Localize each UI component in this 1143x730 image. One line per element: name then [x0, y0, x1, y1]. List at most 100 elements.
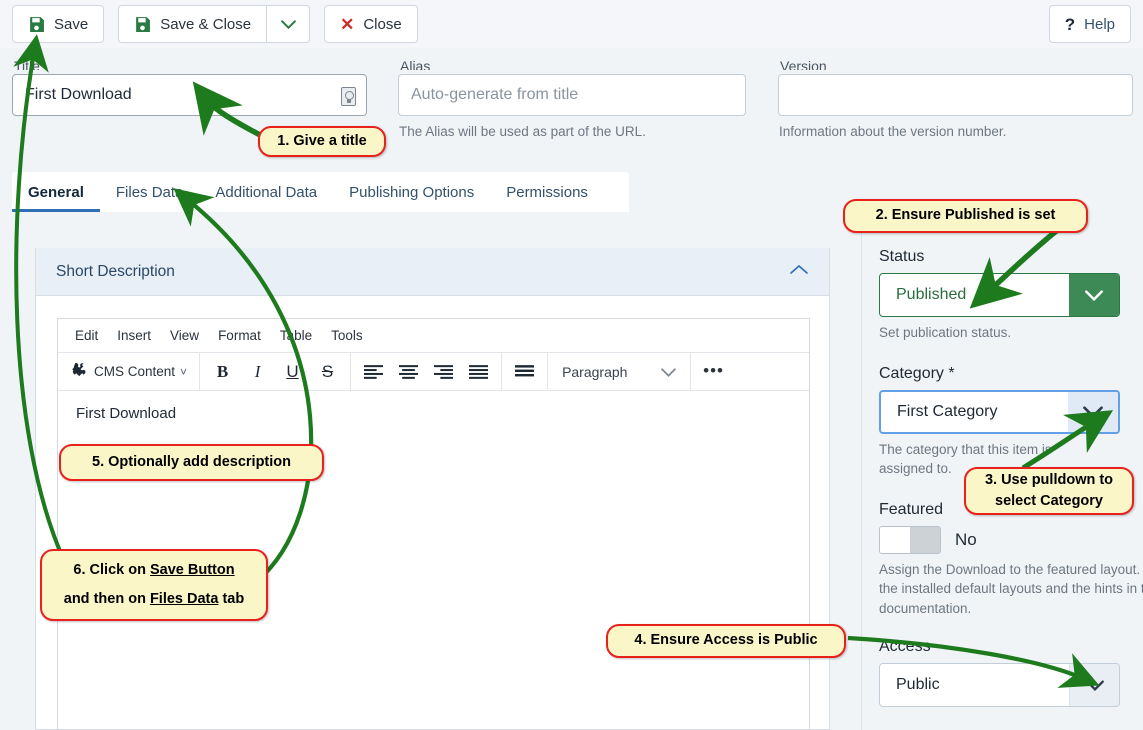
category-field-group: Category * First Category The category t…: [879, 365, 1143, 479]
callout-5: 5. Optionally add description: [59, 444, 324, 481]
category-select[interactable]: First Category: [879, 389, 1120, 434]
save-and-close-label: Save & Close: [160, 15, 252, 33]
help-button[interactable]: ? Help: [1048, 5, 1131, 43]
menu-edit[interactable]: Edit: [68, 324, 105, 347]
alias-input-placeholder: Auto-generate from title: [411, 86, 579, 103]
close-button-label: Close: [363, 15, 402, 33]
question-mark-icon: ?: [1064, 14, 1076, 34]
callout-6-line1-pre: 6. Click on: [73, 562, 150, 578]
x-icon: ✕: [340, 14, 355, 34]
list-group: [502, 352, 549, 391]
access-field-group: Access Public: [879, 638, 1143, 708]
access-label: Access: [879, 638, 931, 656]
alignment-group: [351, 352, 503, 391]
chevron-down-icon[interactable]: [1069, 274, 1119, 316]
italic-button[interactable]: I: [241, 357, 274, 387]
title-input-value: First Download: [25, 86, 132, 103]
menu-format[interactable]: Format: [211, 324, 268, 347]
tab-general[interactable]: General: [12, 175, 100, 212]
chevron-up-icon[interactable]: [789, 263, 809, 280]
paragraph-format-select[interactable]: Paragraph: [554, 364, 684, 380]
editor-menubar: Edit Insert View Format Table Tools: [58, 319, 809, 353]
align-left-icon[interactable]: [357, 357, 390, 387]
underline-button[interactable]: U: [276, 357, 309, 387]
title-label: Title: [14, 58, 40, 70]
save-button[interactable]: Save: [12, 5, 105, 43]
tinymce-editor: Edit Insert View Format Table Tools CMS …: [57, 318, 810, 730]
overflow-group: •••: [691, 353, 736, 391]
bold-button[interactable]: B: [206, 357, 239, 387]
text-style-group: B I U S: [200, 352, 352, 391]
chevron-down-icon[interactable]: [1069, 664, 1119, 707]
status-select-value: Published: [896, 286, 967, 303]
version-label: Version: [780, 58, 827, 70]
callout-6-files-data-ref: Files Data: [149, 591, 219, 608]
callout-6-line-2: and then on Files Data tab: [54, 589, 254, 610]
callout-3: 3. Use pulldown to select Category: [964, 467, 1134, 515]
callout-6-line2-pre: and then on: [63, 591, 150, 608]
main-toolbar: Save Save & Close ✕ Close ? Help: [0, 0, 1143, 48]
featured-toggle-on-half[interactable]: [880, 526, 910, 553]
access-select[interactable]: Public: [879, 663, 1120, 708]
cms-content-button[interactable]: CMS Content ˅: [64, 361, 193, 383]
status-hint: Set publication status.: [879, 325, 1012, 340]
callout-2: 2. Ensure Published is set: [843, 199, 1088, 233]
save-and-close-button[interactable]: Save & Close: [118, 5, 267, 43]
save-dropdown-toggle[interactable]: [266, 5, 311, 43]
featured-toggle-off-half[interactable]: [910, 526, 940, 553]
menu-insert[interactable]: Insert: [110, 324, 158, 347]
save-close-group: Save & Close: [118, 5, 311, 43]
cms-content-label: CMS Content: [94, 364, 176, 379]
tab-publishing-options[interactable]: Publishing Options: [333, 175, 490, 212]
alias-input[interactable]: Auto-generate from title: [398, 74, 746, 116]
close-button[interactable]: ✕ Close: [324, 5, 418, 43]
align-center-icon[interactable]: [392, 357, 425, 387]
ellipsis-icon[interactable]: •••: [697, 357, 730, 387]
tab-files-data[interactable]: Files Data: [100, 175, 200, 212]
access-select-value: Public: [896, 676, 940, 694]
menu-tools[interactable]: Tools: [324, 324, 370, 347]
featured-hint: Assign the Download to the featured layo…: [879, 561, 1143, 616]
callout-1: 1. Give a title: [258, 126, 386, 157]
sidebar-divider: [861, 228, 862, 730]
editor-content-area[interactable]: First Download: [58, 391, 809, 436]
bullet-list-icon[interactable]: [508, 357, 541, 387]
menu-view[interactable]: View: [163, 324, 206, 347]
short-description-title: Short Description: [56, 262, 175, 280]
save-button-label: Save: [54, 15, 89, 33]
featured-toggle-value: No: [955, 529, 977, 549]
tab-permissions[interactable]: Permissions: [490, 175, 604, 212]
help-button-label: Help: [1084, 15, 1115, 33]
align-right-icon[interactable]: [427, 357, 460, 387]
category-select-value: First Category: [897, 402, 998, 420]
tab-additional-data[interactable]: Additional Data: [199, 175, 333, 212]
status-select[interactable]: Published: [879, 273, 1120, 317]
version-input[interactable]: [778, 74, 1133, 116]
strikethrough-button[interactable]: S: [311, 357, 344, 387]
align-justify-icon[interactable]: [462, 357, 495, 387]
joomla-logo-icon: [70, 361, 89, 383]
callout-6-line2-post: tab: [218, 591, 245, 608]
featured-toggle[interactable]: [879, 525, 941, 554]
chevron-down-icon: [661, 364, 676, 380]
menu-table[interactable]: Table: [273, 324, 319, 347]
chevron-down-icon: ˅: [180, 364, 188, 379]
status-field-group: Status Published Set publication status.: [879, 248, 1143, 343]
status-label: Status: [879, 248, 925, 265]
help-button-wrap: ? Help: [1048, 5, 1131, 43]
chevron-down-icon: [280, 16, 296, 32]
alias-hint: The Alias will be used as part of the UR…: [399, 124, 646, 139]
paragraph-format-label: Paragraph: [562, 363, 628, 380]
category-label: Category *: [879, 364, 955, 382]
chevron-down-icon[interactable]: [1068, 391, 1118, 432]
cms-content-group: CMS Content ˅: [58, 352, 201, 391]
short-description-header[interactable]: Short Description: [36, 248, 829, 296]
callout-4: 4. Ensure Access is Public: [606, 624, 846, 658]
alias-label: Alias: [400, 58, 431, 70]
featured-toggle-row: No: [879, 525, 1143, 554]
featured-field-group: Featured No Assign the Download to the f…: [879, 501, 1143, 619]
title-input[interactable]: First Download: [12, 74, 367, 116]
callout-6: 6. Click on Save Button and then on File…: [40, 549, 268, 621]
top-form-row: Title First Download Alias Auto-generate…: [0, 48, 1143, 148]
version-hint: Information about the version number.: [779, 124, 1007, 139]
